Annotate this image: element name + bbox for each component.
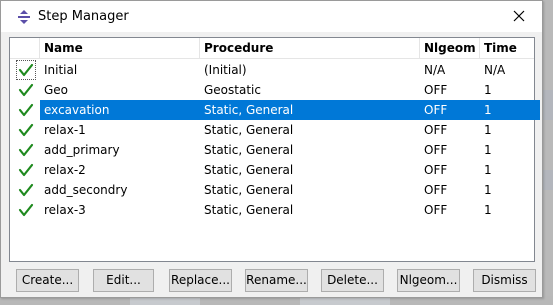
cell-nlgeom: OFF	[424, 183, 448, 197]
step-manager-app-icon	[16, 9, 32, 25]
check-mark-icon[interactable]	[18, 82, 34, 98]
cell-nlgeom: OFF	[424, 163, 448, 177]
cell-name: relax-3	[44, 203, 86, 217]
cell-time: 1	[484, 183, 492, 197]
rename-button[interactable]: Rename...	[245, 269, 308, 292]
cell-nlgeom: N/A	[424, 63, 446, 77]
dismiss-button[interactable]: Dismiss	[473, 269, 536, 292]
edit-button[interactable]: Edit...	[93, 269, 154, 292]
cell-nlgeom: OFF	[424, 83, 448, 97]
check-mark-icon[interactable]	[18, 202, 34, 218]
cell-procedure: Static, General	[204, 163, 294, 177]
cell-name: add_primary	[44, 143, 120, 157]
create-button[interactable]: Create...	[16, 269, 79, 292]
table-row[interactable]: Initial (Initial) N/A N/A	[10, 60, 534, 80]
cell-procedure: Static, General	[204, 143, 294, 157]
column-header-nlgeom[interactable]: Nlgeom	[420, 38, 480, 59]
cell-nlgeom: OFF	[424, 203, 448, 217]
cell-name: relax-1	[44, 123, 86, 137]
background-area-right	[542, 0, 553, 305]
table-row[interactable]: add_secondry Static, General OFF 1	[10, 180, 534, 200]
check-mark-icon[interactable]	[18, 182, 34, 198]
check-mark-icon[interactable]	[18, 62, 34, 78]
check-mark-icon[interactable]	[18, 142, 34, 158]
replace-button[interactable]: Replace...	[169, 269, 232, 292]
cell-name: Initial	[44, 63, 78, 77]
steps-list[interactable]: Name Procedure Nlgeom Time Initial (Initi…	[9, 37, 540, 262]
table-row[interactable]: add_primary Static, General OFF 1	[10, 140, 534, 160]
cell-time: 1	[484, 123, 492, 137]
cell-procedure: Static, General	[204, 103, 294, 117]
column-header-check[interactable]	[10, 38, 40, 59]
cell-time: 1	[484, 143, 492, 157]
cell-procedure: Geostatic	[204, 83, 261, 97]
table-row[interactable]: Geo Geostatic OFF 1	[10, 80, 534, 100]
cell-procedure: Static, General	[204, 203, 294, 217]
cell-time: 1	[484, 83, 492, 97]
cell-nlgeom: OFF	[424, 103, 448, 117]
cell-time: N/A	[484, 63, 506, 77]
title-bar[interactable]: Step Manager	[1, 1, 542, 32]
cell-time: 1	[484, 203, 492, 217]
column-header-time[interactable]: Time	[480, 38, 534, 59]
cell-procedure: Static, General	[204, 183, 294, 197]
close-icon	[513, 10, 525, 22]
cell-name: Geo	[44, 83, 69, 97]
cell-name: add_secondry	[44, 183, 128, 197]
column-header-procedure[interactable]: Procedure	[200, 38, 420, 59]
step-manager-dialog: Step Manager Name Procedure Nlgeom Time …	[0, 0, 543, 298]
table-row[interactable]: relax-1 Static, General OFF 1	[10, 120, 534, 140]
window-title: Step Manager	[38, 9, 129, 24]
check-mark-icon[interactable]	[18, 122, 34, 138]
cell-time: 1	[484, 163, 492, 177]
nlgeom-button[interactable]: Nlgeom...	[397, 269, 460, 292]
cell-procedure: (Initial)	[204, 63, 247, 77]
delete-button[interactable]: Delete...	[321, 269, 384, 292]
check-mark-icon[interactable]	[18, 162, 34, 178]
close-button[interactable]	[496, 1, 542, 32]
table-row[interactable]: relax-2 Static, General OFF 1	[10, 160, 534, 180]
cell-nlgeom: OFF	[424, 143, 448, 157]
cell-nlgeom: OFF	[424, 123, 448, 137]
cell-time: 1	[484, 103, 492, 117]
check-mark-icon[interactable]	[18, 102, 34, 118]
cell-procedure: Static, General	[204, 123, 294, 137]
column-header-name[interactable]: Name	[40, 38, 200, 59]
table-header: Name Procedure Nlgeom Time	[10, 38, 534, 59]
table-row[interactable]: excavation Static, General OFF 1	[10, 100, 540, 120]
cell-name: excavation	[44, 103, 110, 117]
table-row[interactable]: relax-3 Static, General OFF 1	[10, 200, 534, 220]
cell-name: relax-2	[44, 163, 86, 177]
